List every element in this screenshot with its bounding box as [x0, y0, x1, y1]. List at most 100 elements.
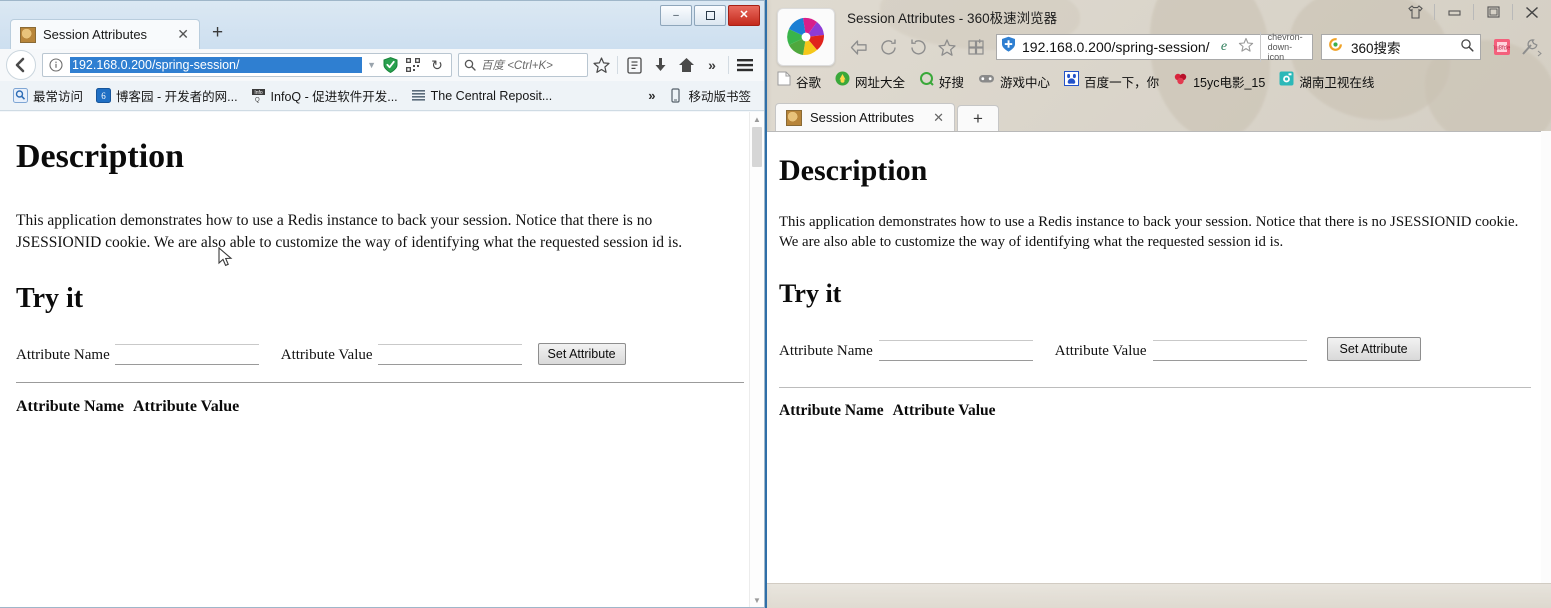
bookmark-baidu[interactable]: 百度一下，你 [1058, 70, 1165, 92]
bookmark-label: The Central Reposit... [430, 88, 553, 103]
new-tab-button[interactable]: + [957, 105, 999, 131]
home-button[interactable] [673, 52, 699, 78]
bookmark-most-visited[interactable]: 最常访问 [8, 84, 88, 107]
attribute-name-label: Attribute Name [16, 346, 110, 363]
se360-tabstrip: Session Attributes ✕ + [767, 98, 1551, 131]
toolbar-overflow-button[interactable]: » [699, 52, 725, 78]
bookmark-star-button[interactable] [588, 52, 614, 78]
tools-button[interactable] [1516, 33, 1545, 61]
bookmark-infoq[interactable]: Info Q InfoQ - 促进软件开发... [246, 84, 403, 107]
address-bar[interactable]: 192.168.0.200/spring-session/ ▼ ↻ [42, 53, 452, 77]
skin-button[interactable] [1402, 3, 1428, 21]
bookmark-label: 网址大全 [855, 75, 906, 90]
close-button[interactable]: ✕ [728, 5, 760, 26]
library-button[interactable] [621, 52, 647, 78]
attribute-name-input[interactable] [878, 339, 1033, 361]
undo-button[interactable] [903, 33, 932, 61]
search-bar[interactable]: 百度 <Ctrl+K> [458, 53, 588, 77]
download-arrow-icon [655, 57, 665, 71]
attribute-name-input[interactable] [114, 343, 259, 365]
tab-session-attributes[interactable]: Session Attributes ✕ [10, 19, 200, 49]
apps-button[interactable] [961, 33, 990, 61]
se360-address-bar[interactable]: 192.168.0.200/spring-session/ e chevron-… [996, 32, 1313, 62]
bookmark-central-repository[interactable]: The Central Reposit... [406, 86, 558, 105]
maximize-button[interactable] [1480, 3, 1506, 21]
wrench-icon [1521, 38, 1542, 56]
bookmark-15yc-movies[interactable]: 15yc电影_15 [1167, 70, 1271, 92]
mouse-cursor [218, 247, 233, 267]
se360-navigation-toolbar: 192.168.0.200/spring-session/ e chevron-… [845, 32, 1545, 62]
set-attribute-button[interactable]: Set Attribute [1326, 336, 1421, 361]
bookmark-cnblogs[interactable]: 6 博客园 - 开发者的网... [91, 84, 243, 107]
site-identity-icon[interactable] [47, 52, 65, 78]
bookmark-hunan-tv[interactable]: 湖南卫视在线 [1273, 70, 1380, 92]
hamburger-menu-button[interactable] [732, 52, 758, 78]
maximize-button[interactable] [694, 5, 726, 26]
hunantv-icon [1279, 71, 1294, 91]
attribute-value-input[interactable] [377, 343, 522, 365]
search-submit-icon[interactable] [1460, 38, 1474, 57]
downloads-button[interactable] [647, 52, 673, 78]
table-header-attribute-value: Attribute Value [132, 397, 240, 415]
address-dropdown-icon[interactable]: chevron-down-icon [1259, 32, 1308, 62]
maximize-icon [705, 11, 715, 20]
se360-vertical-scrollbar[interactable] [1541, 131, 1551, 584]
hamburger-icon [737, 59, 753, 72]
360-search-glyph [1329, 38, 1342, 51]
haosou-icon [919, 71, 934, 91]
search-placeholder: 百度 <Ctrl+K> [481, 60, 553, 72]
ie-compat-icon[interactable]: e [1216, 37, 1232, 58]
new-tab-button[interactable]: + [200, 22, 233, 46]
control-divider [1512, 4, 1513, 20]
tab-close-icon[interactable]: ✕ [171, 26, 189, 43]
firefox-vertical-scrollbar[interactable]: ▲ ▼ [749, 112, 764, 607]
svg-text:e: e [1220, 39, 1226, 53]
bookmark-mobile-folder[interactable]: 移动版书签 [663, 84, 756, 107]
reload-button[interactable]: ↻ [427, 52, 447, 78]
movie-icon [1173, 71, 1188, 91]
library-icon [626, 56, 642, 74]
bookmark-hao360[interactable]: 网址大全 [829, 70, 911, 92]
bookmark-game-center[interactable]: 游戏中心 [972, 71, 1056, 92]
attribute-name-label: Attribute Name [779, 342, 873, 359]
set-attribute-button[interactable]: Set Attribute [537, 342, 626, 365]
bookmark-google[interactable]: 谷歌 [771, 70, 827, 92]
extension-button[interactable]: \u8fde [1487, 33, 1516, 61]
bookmark-label: 博客园 - 开发者的网... [116, 90, 238, 104]
bookmark-haosou[interactable]: 好搜 [913, 70, 970, 92]
attribute-value-input[interactable] [1152, 339, 1307, 361]
firefox-bookmarks-bar: 最常访问 6 博客园 - 开发者的网... Info Q InfoQ - 促进软件… [0, 81, 764, 111]
back-button[interactable] [6, 50, 36, 80]
favorites-button[interactable] [932, 33, 961, 61]
se360-search-text: 360搜索 [1351, 41, 1401, 56]
page-title-try-it: Try it [779, 278, 842, 308]
autocomplete-chevron-icon[interactable]: ▼ [367, 60, 376, 70]
minimize-button[interactable] [1441, 3, 1467, 21]
back-arrow-icon [850, 39, 867, 55]
control-divider [1473, 4, 1474, 20]
back-button[interactable] [845, 33, 874, 61]
shield-icon[interactable] [381, 52, 399, 78]
tab-close-icon[interactable]: ✕ [933, 110, 944, 126]
bookmarks-overflow-button[interactable]: » [643, 86, 660, 105]
scrollbar-thumb[interactable] [752, 127, 762, 167]
qr-code-icon[interactable] [404, 52, 422, 78]
scroll-down-arrow-icon[interactable]: ▼ [753, 596, 761, 605]
minimize-button[interactable]: – [660, 5, 692, 26]
hao360-icon [835, 71, 850, 91]
add-favorite-star-icon[interactable] [1238, 37, 1254, 58]
tab-session-attributes[interactable]: Session Attributes ✕ [775, 103, 955, 131]
se360-search-bar[interactable]: 360搜索 [1321, 34, 1481, 60]
close-icon [1525, 6, 1539, 18]
page-description-paragraph: This application demonstrates how to use… [16, 212, 683, 252]
maximize-icon [1486, 6, 1500, 18]
forward-button[interactable] [874, 33, 903, 61]
ie-e-glyph: e [1220, 39, 1226, 54]
close-button[interactable] [1519, 3, 1545, 21]
scroll-up-arrow-icon[interactable]: ▲ [753, 115, 761, 124]
section-divider [16, 381, 744, 383]
star-icon [592, 56, 610, 73]
bookmark-label: 谷歌 [796, 75, 822, 90]
forward-refresh-icon [880, 39, 896, 55]
app-grid-icon [967, 38, 984, 55]
